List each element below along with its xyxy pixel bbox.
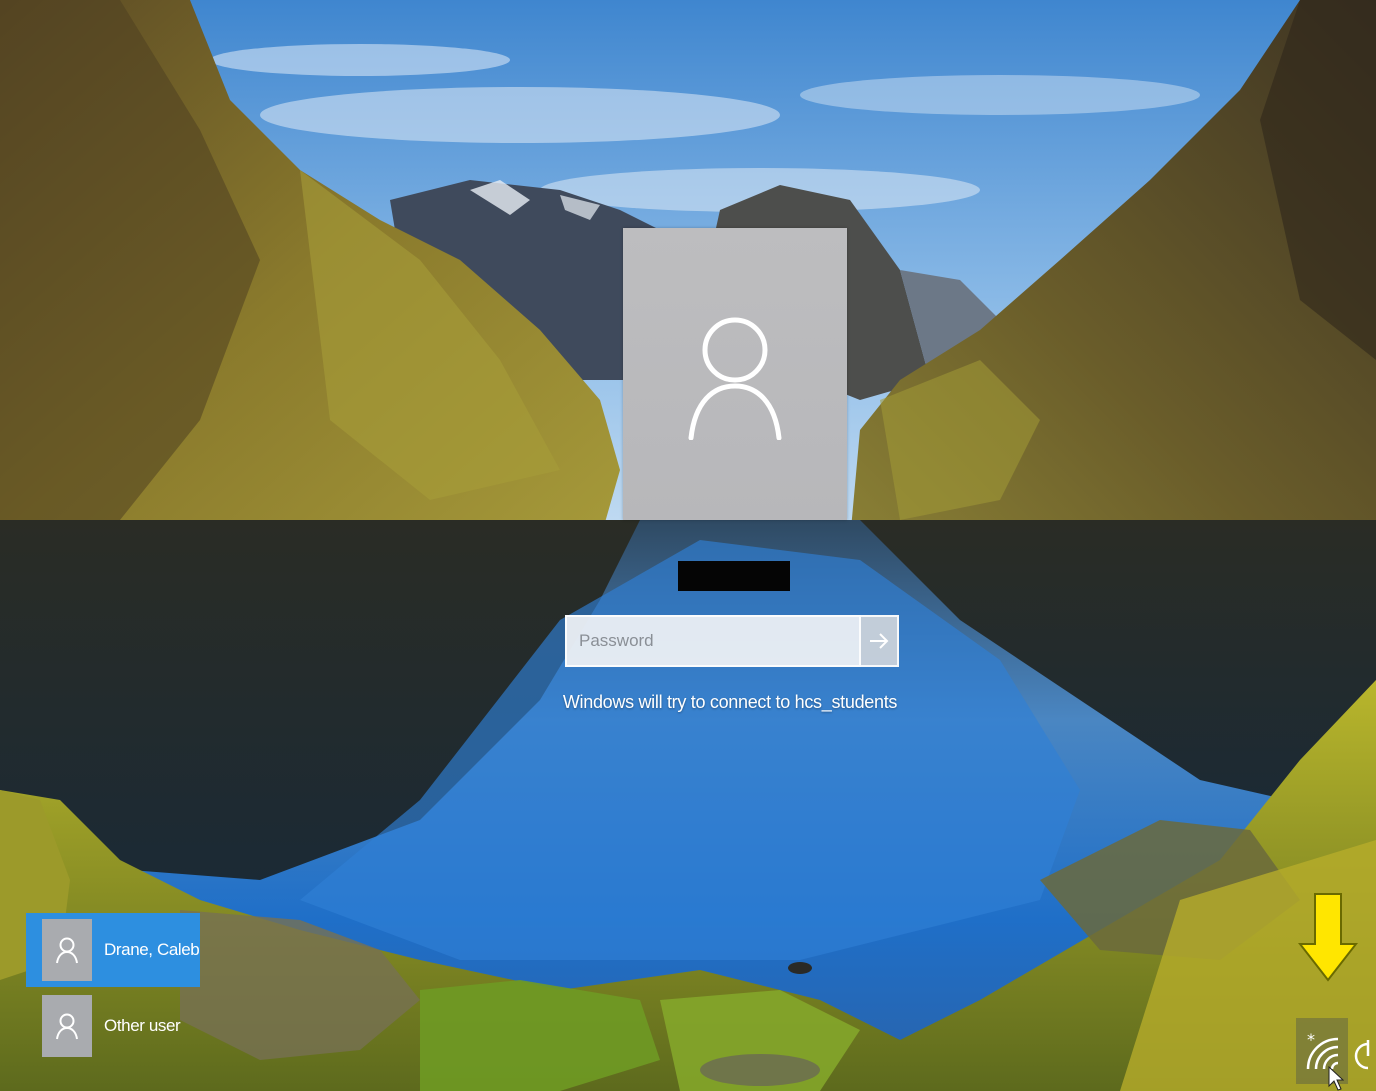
- wallpaper-image: [0, 0, 1376, 1091]
- password-input[interactable]: [565, 615, 861, 667]
- user-outline-icon: [688, 317, 782, 440]
- lock-screen: Windows will try to connect to hcs_stude…: [0, 0, 1376, 1091]
- mouse-pointer-icon: [1328, 1066, 1344, 1091]
- yellow-down-arrow-icon: [1298, 893, 1358, 982]
- user-item-drane-caleb[interactable]: Drane, Caleb: [26, 913, 200, 987]
- arrow-right-icon: [870, 633, 889, 649]
- redacted-user-name: [678, 561, 790, 591]
- power-button[interactable]: [1354, 1030, 1376, 1080]
- svg-text:*: *: [1307, 1030, 1315, 1049]
- power-icon: [1354, 1040, 1370, 1070]
- user-outline-icon: [56, 937, 78, 964]
- submit-button[interactable]: [861, 615, 899, 667]
- password-row: [565, 615, 899, 667]
- user-avatar-small: [42, 919, 92, 981]
- user-outline-icon: [56, 1013, 78, 1040]
- user-name-label: Drane, Caleb: [104, 940, 200, 959]
- wifi-connect-message: Windows will try to connect to hcs_stude…: [562, 692, 898, 712]
- user-item-other-user[interactable]: Other user: [26, 989, 200, 1063]
- user-name-label: Other user: [104, 1016, 181, 1035]
- user-avatar-small: [42, 995, 92, 1057]
- user-avatar-tile: [623, 228, 847, 520]
